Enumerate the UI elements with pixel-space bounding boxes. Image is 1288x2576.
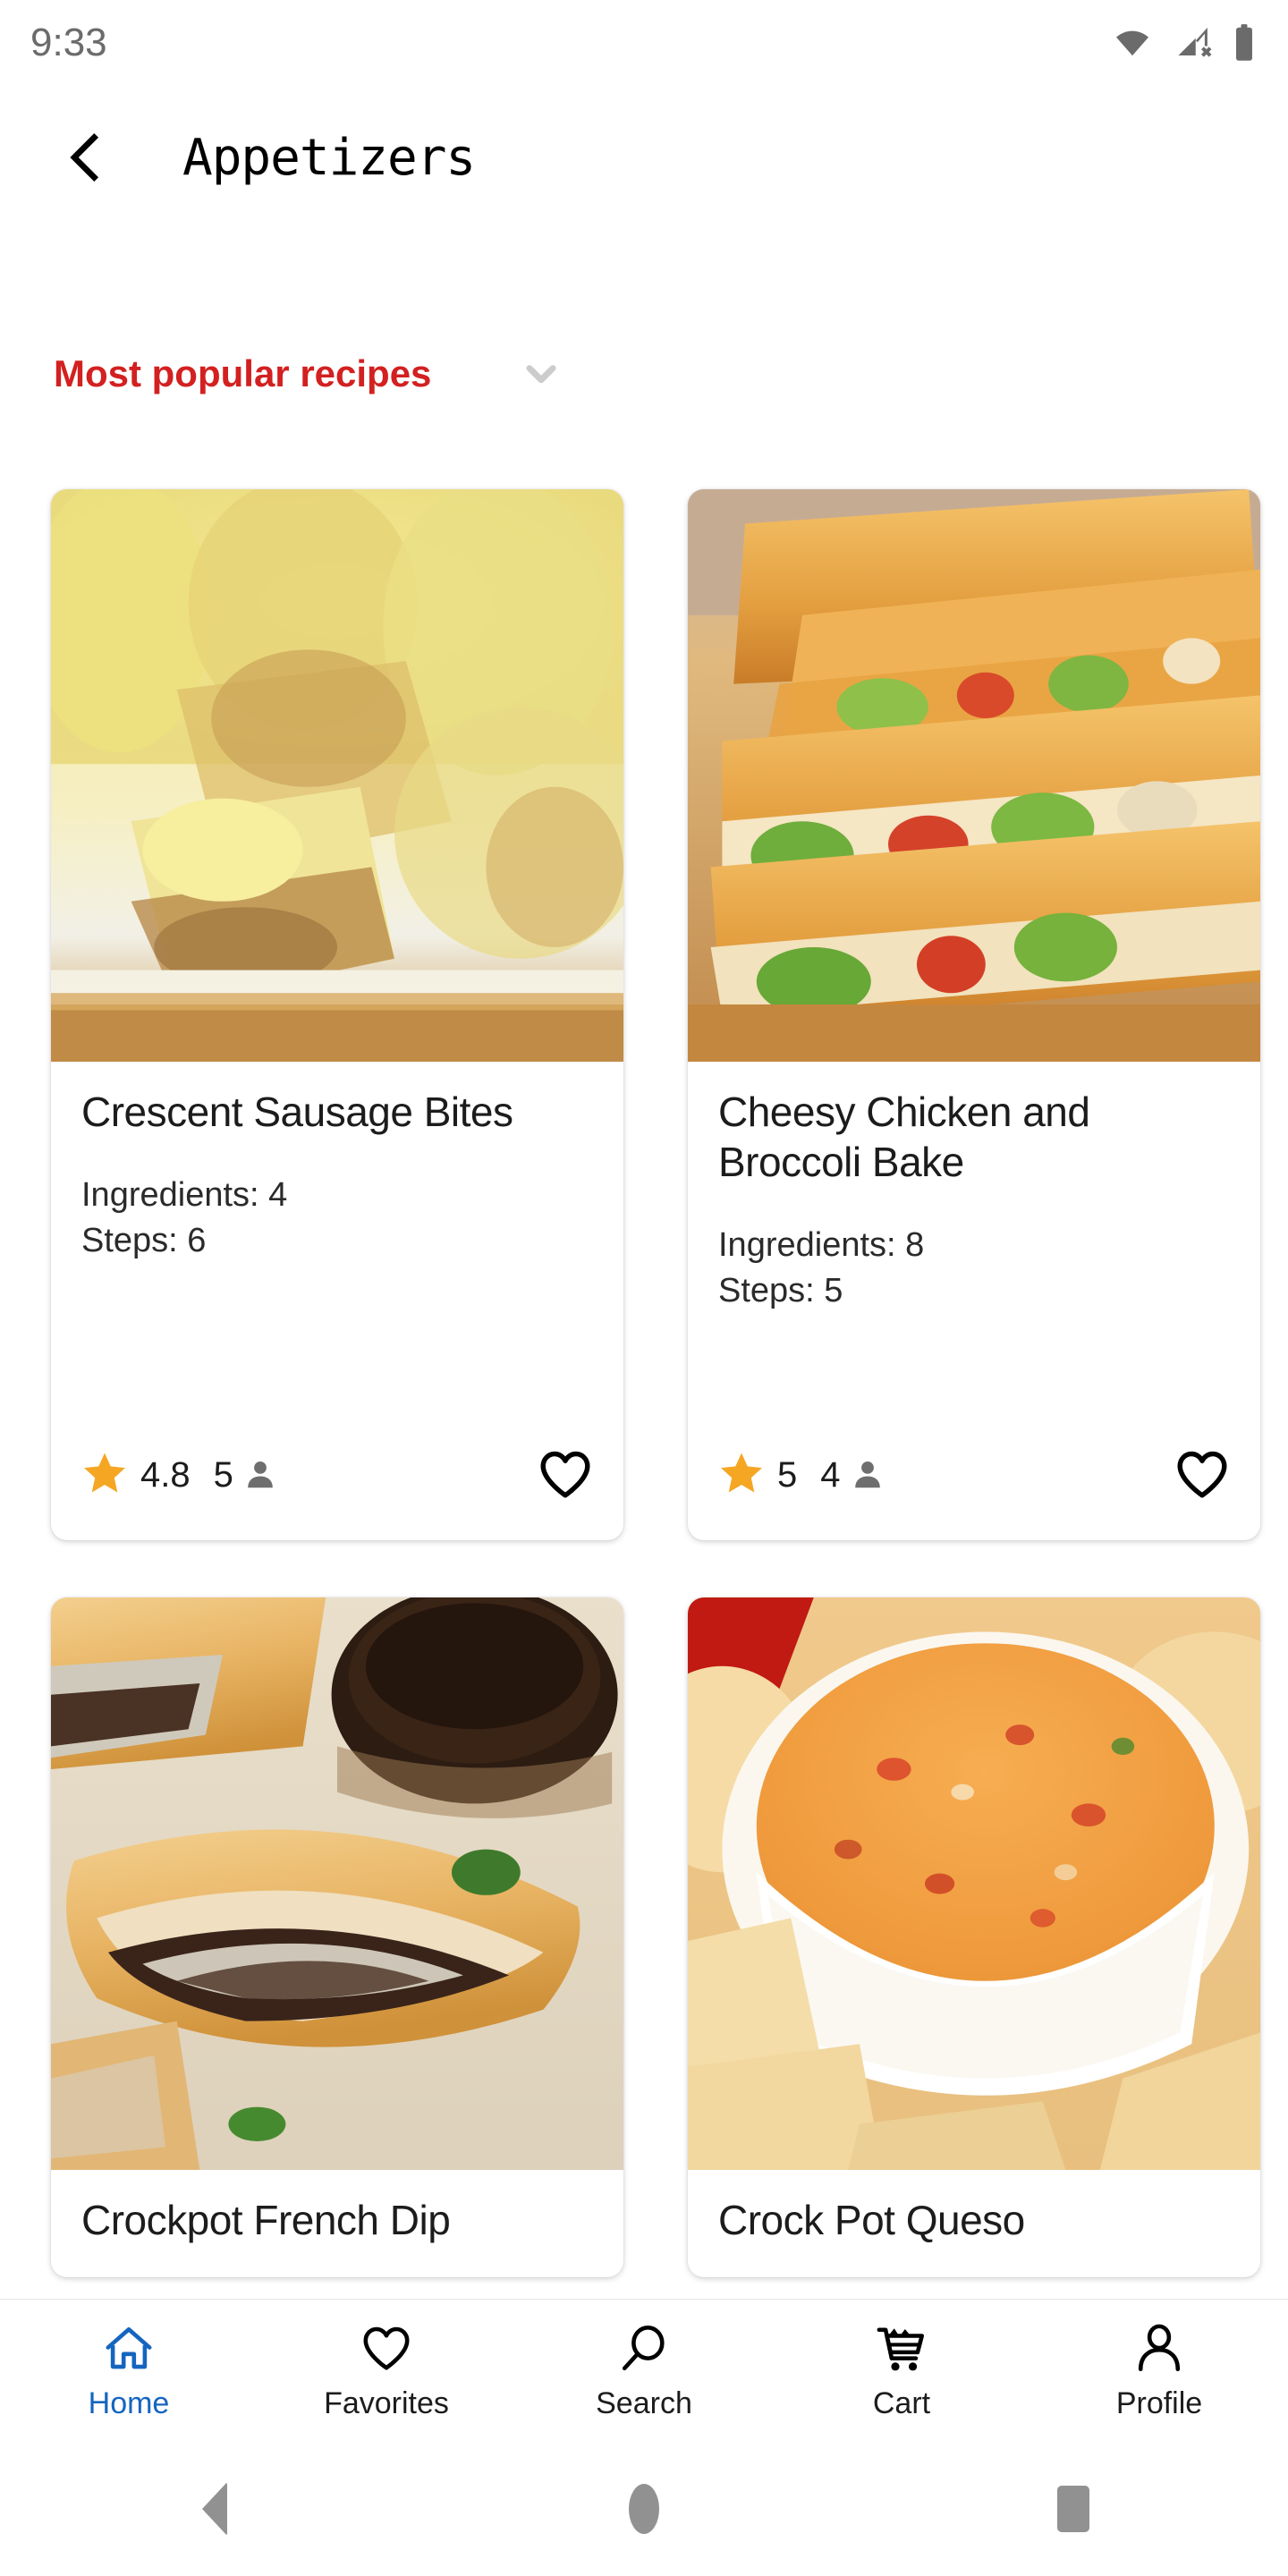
recipe-title: Cheesy Chicken and Broccoli Bake [718, 1089, 1090, 1186]
home-icon [103, 2323, 155, 2379]
recipe-card-body: Crockpot French Dip [51, 2170, 623, 2277]
rating-group: 5 4 [718, 1450, 884, 1501]
recipe-title: Crescent Sausage Bites [81, 1089, 513, 1135]
sort-dropdown-button[interactable] [501, 334, 581, 414]
nav-label-cart: Cart [872, 2386, 931, 2420]
recipe-card[interactable]: Cheesy Chicken and Broccoli Bake Ingredi… [688, 489, 1260, 1540]
rating-count: 5 [213, 1454, 233, 1495]
app-screen: 9:33 Appetizers Most popular recipes Cre… [0, 0, 1288, 2576]
app-bar: Appetizers [0, 86, 1288, 229]
android-system-navigation [0, 2442, 1288, 2576]
android-home-button[interactable] [429, 2442, 859, 2576]
recipe-title: Crockpot French Dip [81, 2196, 451, 2243]
star-filled-icon [81, 1450, 128, 1501]
recipe-card-body: Cheesy Chicken and Broccoli Bake Ingredi… [688, 1062, 1260, 1540]
cellular-no-sim-icon [1172, 24, 1216, 62]
nav-label-home: Home [88, 2386, 170, 2420]
back-button[interactable] [32, 104, 140, 211]
search-icon [618, 2323, 670, 2379]
crescent-sausage-bites-photo [51, 489, 623, 1062]
nav-item-home[interactable]: Home [0, 2300, 258, 2443]
recipe-meta: Ingredients: 4 Steps: 6 [81, 1173, 593, 1263]
rating-count: 4 [820, 1454, 841, 1495]
rating-group: 4.8 5 [81, 1450, 276, 1501]
status-time: 9:33 [30, 21, 107, 64]
chevron-down-icon [526, 365, 556, 384]
sort-filter-label[interactable]: Most popular recipes [54, 352, 431, 395]
page-title: Appetizers [182, 128, 476, 187]
cheesy-chicken-broccoli-bake-photo [688, 489, 1260, 1062]
nav-label-favorites: Favorites [324, 2386, 449, 2420]
heart-outline-icon [360, 2323, 412, 2379]
heart-outline-icon [1177, 1451, 1227, 1498]
crock-pot-queso-photo [688, 1597, 1260, 2170]
square-recents-icon [1057, 2486, 1089, 2532]
bottom-navigation-bar: Home Favorites Search Cart Profile [0, 2299, 1288, 2442]
favorite-button[interactable] [1174, 1447, 1230, 1503]
recipe-card[interactable]: Crockpot French Dip [51, 1597, 623, 2277]
nav-item-profile[interactable]: Profile [1030, 2300, 1288, 2443]
steps-count: Steps: 6 [81, 1221, 207, 1259]
star-filled-icon [718, 1450, 765, 1501]
circle-home-icon [629, 2484, 659, 2534]
status-bar: 9:33 [0, 0, 1288, 86]
recipe-grid: Crescent Sausage Bites Ingredients: 4 St… [0, 489, 1288, 2278]
recipe-card-footer: 5 4 [718, 1447, 1230, 1540]
ingredients-count: Ingredients: 8 [718, 1226, 925, 1265]
chevron-left-icon [70, 133, 99, 182]
android-back-button[interactable] [0, 2442, 429, 2576]
recipe-card[interactable]: Crescent Sausage Bites Ingredients: 4 St… [51, 489, 623, 1540]
person-outline-icon [1133, 2323, 1185, 2379]
heart-outline-icon [540, 1451, 590, 1498]
triangle-back-icon [202, 2482, 227, 2536]
nav-item-search[interactable]: Search [515, 2300, 773, 2443]
nav-label-profile: Profile [1115, 2386, 1203, 2420]
rating-value: 5 [777, 1454, 798, 1495]
sort-filter-row[interactable]: Most popular recipes [0, 320, 1288, 428]
wifi-full-icon [1109, 25, 1156, 61]
recipe-meta: Ingredients: 8 Steps: 5 [718, 1223, 1230, 1313]
recipe-title: Crock Pot Queso [718, 2196, 1025, 2243]
android-recents-button[interactable] [859, 2442, 1288, 2576]
nav-label-search: Search [596, 2386, 692, 2420]
favorite-button[interactable] [538, 1447, 593, 1503]
recipe-card-body: Crock Pot Queso [688, 2170, 1260, 2277]
recipe-card-body: Crescent Sausage Bites Ingredients: 4 St… [51, 1062, 623, 1540]
nav-item-cart[interactable]: Cart [773, 2300, 1030, 2443]
crockpot-french-dip-photo [51, 1597, 623, 2170]
person-icon [852, 1457, 884, 1493]
nav-item-favorites[interactable]: Favorites [258, 2300, 515, 2443]
status-icons [1109, 23, 1256, 63]
rating-value: 4.8 [140, 1454, 191, 1495]
battery-full-icon [1233, 23, 1256, 63]
recipe-card[interactable]: Crock Pot Queso [688, 1597, 1260, 2277]
steps-count: Steps: 5 [718, 1271, 843, 1309]
recipe-card-footer: 4.8 5 [81, 1447, 593, 1540]
ingredients-count: Ingredients: 4 [81, 1176, 288, 1215]
person-icon [244, 1457, 276, 1493]
shopping-cart-icon [876, 2323, 928, 2379]
